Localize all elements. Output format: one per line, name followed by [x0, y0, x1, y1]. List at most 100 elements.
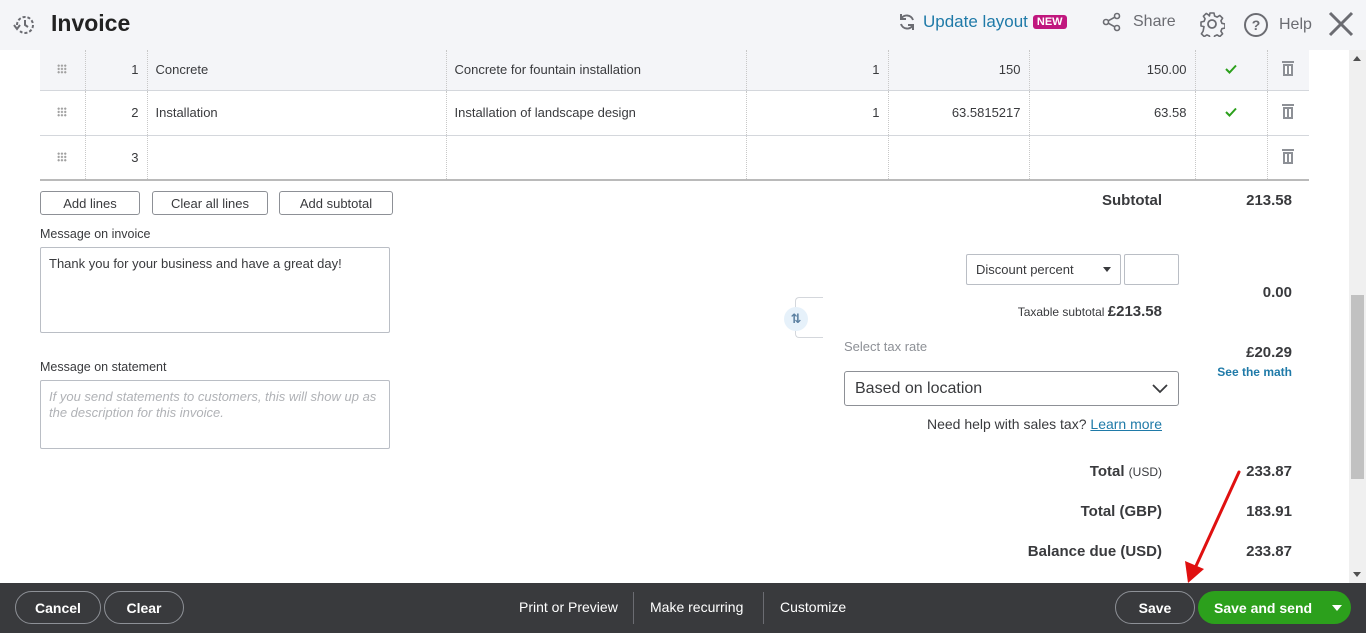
- description-cell[interactable]: Installation of landscape design: [445, 90, 746, 135]
- trash-icon[interactable]: [1282, 60, 1295, 77]
- new-badge: NEW: [1032, 15, 1067, 29]
- drag-handle[interactable]: [40, 135, 85, 180]
- share-icon: [1102, 12, 1121, 32]
- discount-type-select[interactable]: Discount percent: [966, 254, 1121, 285]
- share-label: Share: [1133, 13, 1176, 30]
- amount-cell[interactable]: 63.58: [1028, 90, 1195, 135]
- message-on-statement-placeholder: If you send statements to customers, thi…: [49, 389, 377, 420]
- total-label-text: Total: [1089, 463, 1125, 480]
- add-subtotal-button[interactable]: Add subtotal: [279, 191, 393, 215]
- footer-divider: [763, 592, 764, 624]
- update-layout-button[interactable]: Update layout NEW: [897, 12, 1067, 32]
- tax-cell[interactable]: [1194, 50, 1267, 90]
- delete-cell[interactable]: [1266, 90, 1309, 135]
- discount-amount: 0.00: [1262, 284, 1292, 301]
- tax-help-text: Need help with sales tax?: [926, 416, 1087, 432]
- amount-cell[interactable]: [1028, 135, 1195, 180]
- discount-input[interactable]: [1124, 254, 1179, 285]
- help-icon: ?: [1244, 13, 1268, 37]
- line-number: 3: [84, 135, 147, 180]
- close-icon: [1328, 11, 1354, 37]
- drag-handle-icon[interactable]: [57, 151, 68, 162]
- tax-rate-select[interactable]: Based on location: [844, 371, 1179, 406]
- qty-cell[interactable]: 1: [745, 90, 888, 135]
- customize-button[interactable]: Customize: [780, 599, 846, 615]
- table-row: 3: [40, 135, 1309, 180]
- description-cell[interactable]: [445, 135, 746, 180]
- message-on-statement-label: Message on statement: [40, 360, 167, 374]
- product-service-cell[interactable]: Installation: [146, 90, 446, 135]
- learn-more-link[interactable]: Learn more: [1090, 416, 1162, 432]
- vertical-scrollbar[interactable]: [1349, 50, 1366, 583]
- save-and-send-label: Save and send: [1214, 599, 1313, 616]
- scroll-up-arrow-icon[interactable]: [1353, 56, 1361, 61]
- product-service-cell[interactable]: [146, 135, 446, 180]
- rate-cell[interactable]: 150: [887, 50, 1029, 90]
- tax-cell[interactable]: [1194, 90, 1267, 135]
- update-layout-label: Update layout: [923, 12, 1028, 31]
- subtotal-value: 213.58: [1246, 192, 1292, 209]
- message-on-invoice-label: Message on invoice: [40, 227, 151, 241]
- drag-handle-icon[interactable]: [57, 107, 68, 117]
- line-number: 1: [84, 50, 147, 90]
- total-currency: (USD): [1128, 465, 1162, 479]
- drag-handle[interactable]: [40, 90, 85, 135]
- print-preview-button[interactable]: Print or Preview: [519, 599, 618, 615]
- balance-due-label: Balance due (USD): [1027, 543, 1162, 560]
- page-title: Invoice: [51, 10, 131, 36]
- refresh-icon: [900, 14, 914, 30]
- footer-divider: [633, 592, 634, 624]
- table-row: 2 Installation Installation of landscape d…: [40, 90, 1309, 135]
- trash-icon[interactable]: [1282, 148, 1295, 164]
- total-gbp-label: Total (GBP): [1080, 503, 1162, 520]
- rate-cell[interactable]: [887, 135, 1029, 180]
- tax-cell[interactable]: [1194, 135, 1267, 180]
- caret-down-icon[interactable]: [1332, 605, 1342, 611]
- svg-text:?: ?: [1252, 17, 1261, 33]
- settings-button[interactable]: [1199, 11, 1225, 37]
- message-on-invoice-value: Thank you for your business and have a g…: [49, 256, 342, 271]
- save-and-send-button[interactable]: Save and send: [1198, 591, 1351, 624]
- discount-type-value: Discount percent: [976, 262, 1074, 277]
- chevron-down-icon: [1152, 383, 1168, 393]
- see-the-math-link[interactable]: See the math: [1217, 365, 1292, 379]
- scroll-down-arrow-icon[interactable]: [1353, 572, 1361, 577]
- drag-handle-icon[interactable]: [57, 64, 68, 75]
- rate-cell[interactable]: 63.5815217: [887, 90, 1029, 135]
- save-button[interactable]: Save: [1115, 591, 1195, 624]
- tax-help: Need help with sales tax? Learn more: [927, 416, 1162, 432]
- delete-cell[interactable]: [1266, 135, 1309, 180]
- checkmark-icon: [1225, 65, 1237, 75]
- clear-button[interactable]: Clear: [104, 591, 184, 624]
- product-service-cell[interactable]: Concrete: [146, 50, 446, 90]
- taxable-subtotal-value: £213.58: [1107, 303, 1162, 320]
- share-button[interactable]: Share: [1102, 12, 1176, 32]
- make-recurring-button[interactable]: Make recurring: [650, 599, 743, 615]
- cancel-button[interactable]: Cancel: [15, 591, 101, 624]
- action-footer: Cancel Clear Print or Preview Make recur…: [0, 583, 1366, 633]
- clear-all-lines-button[interactable]: Clear all lines: [152, 191, 268, 215]
- message-on-invoice-field[interactable]: Thank you for your business and have a g…: [40, 247, 390, 333]
- invoice-body: 1 Concrete Concrete for fountain installat…: [0, 50, 1349, 583]
- add-lines-button[interactable]: Add lines: [40, 191, 140, 215]
- message-on-statement-field[interactable]: If you send statements to customers, thi…: [40, 380, 390, 449]
- qty-cell[interactable]: 1: [745, 50, 888, 90]
- help-label: Help: [1279, 16, 1312, 33]
- scrollbar-thumb[interactable]: [1351, 295, 1364, 479]
- total-usd-value: 233.87: [1246, 463, 1292, 480]
- invoice-header: Invoice Update layout NEW Share ? Help: [0, 0, 1366, 50]
- taxable-subtotal-label: Taxable subtotal: [1017, 305, 1105, 319]
- qty-cell[interactable]: [745, 135, 888, 180]
- amount-cell[interactable]: 150.00: [1028, 50, 1195, 90]
- help-button[interactable]: ? Help: [1243, 12, 1312, 38]
- recent-transactions-icon[interactable]: [12, 12, 38, 38]
- table-row: 1 Concrete Concrete for fountain installat…: [40, 50, 1309, 90]
- close-button[interactable]: [1327, 10, 1355, 38]
- description-cell[interactable]: Concrete for fountain installation: [445, 50, 746, 90]
- tax-rate-label: Select tax rate: [844, 339, 928, 354]
- drag-handle[interactable]: [40, 50, 85, 90]
- swap-order-icon[interactable]: ⇅: [784, 307, 808, 331]
- balance-due-value: 233.87: [1246, 543, 1292, 560]
- trash-icon[interactable]: [1282, 103, 1295, 119]
- delete-cell[interactable]: [1266, 50, 1309, 90]
